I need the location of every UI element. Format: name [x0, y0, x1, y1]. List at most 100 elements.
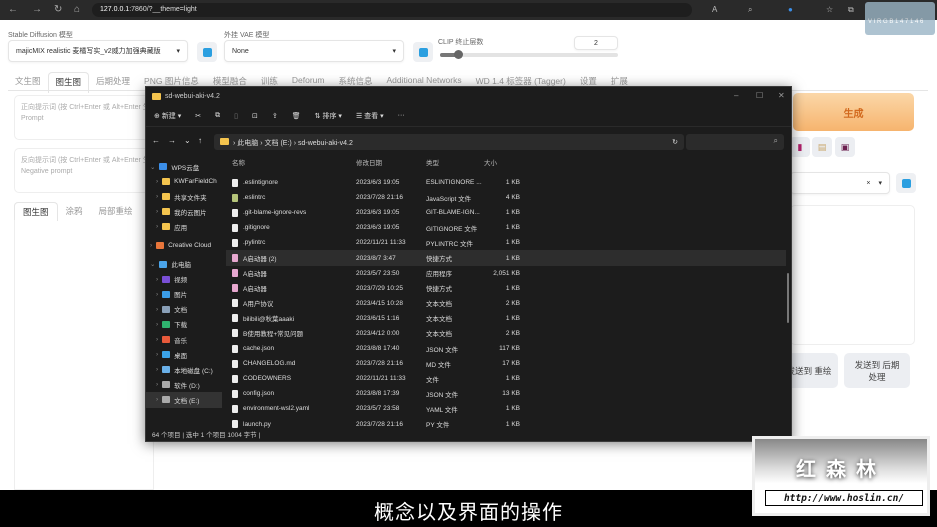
cut-icon[interactable]: ✂ — [195, 112, 201, 120]
style-apply-icon[interactable]: ▮ — [790, 137, 810, 157]
file-row[interactable]: launch.py 2023/7/28 21:16 PY 文件 1 KB — [226, 417, 786, 432]
nav-item[interactable]: › 视频 — [146, 272, 222, 287]
home-icon[interactable]: ⌂ — [74, 4, 80, 15]
expand-chevron-icon[interactable]: › — [156, 381, 158, 388]
reload-icon[interactable]: ↻ — [54, 4, 62, 15]
close-icon[interactable]: ✕ — [778, 91, 785, 100]
nav-item[interactable]: › 音乐 — [146, 332, 222, 347]
expand-chevron-icon[interactable]: › — [156, 276, 158, 283]
share-icon[interactable]: ⇪ — [272, 112, 278, 120]
extension-icon[interactable]: ● — [788, 5, 793, 14]
expand-chevron-icon[interactable]: › — [156, 291, 158, 298]
expand-chevron-icon[interactable]: › — [156, 223, 158, 230]
nav-item[interactable]: ⌄ WPS云盘 — [146, 159, 222, 174]
clip-slider[interactable] — [440, 50, 618, 59]
file-row[interactable]: A用户协议 2023/4/15 10:28 文本文档 2 KB — [226, 296, 786, 311]
nav-item[interactable]: › 下载 — [146, 317, 222, 332]
refresh-icon[interactable]: ↻ — [672, 138, 678, 146]
file-row[interactable]: A启动器 2023/5/7 23:50 应用程序 2,051 KB — [226, 266, 786, 281]
nav-item[interactable]: › 桌面 — [146, 347, 222, 362]
minimize-icon[interactable]: – — [734, 91, 738, 100]
file-row[interactable]: .gitignore 2023/6/3 19:05 GITIGNORE 文件 1 KB — [226, 220, 786, 235]
file-row[interactable]: .git-blame-ignore-revs 2023/6/3 19:05 GIT-… — [226, 205, 786, 220]
nav-item[interactable]: › 应用 — [146, 219, 222, 234]
breadcrumb[interactable]: › 此电脑 › 文档 (E:) › sd-webui-aki-v4.2 ↻ — [214, 134, 684, 150]
refresh-styles-button[interactable] — [896, 173, 916, 193]
profile-badge[interactable]: V I R G B 1 4 7 1 4 6 — [865, 2, 935, 35]
column-type[interactable]: 类型 — [426, 157, 484, 167]
maximize-icon[interactable]: ☐ — [756, 91, 763, 100]
forward-icon[interactable]: → — [32, 4, 42, 15]
refresh-vae-button[interactable] — [413, 42, 433, 62]
back-icon[interactable]: ← — [152, 136, 160, 145]
file-row[interactable]: A启动器 2023/7/29 10:25 快捷方式 1 KB — [226, 281, 786, 296]
subtab-item[interactable]: 局部重绘 — [91, 202, 141, 221]
expand-chevron-icon[interactable]: › — [156, 351, 158, 358]
negative-prompt-input[interactable]: 反向提示词 (按 Ctrl+Enter 或 Alt+Enter 生成) Negat… — [14, 148, 154, 193]
clip-slider-handle[interactable] — [453, 50, 463, 59]
expand-chevron-icon[interactable]: ⌄ — [150, 163, 155, 171]
nav-item[interactable]: › 软件 (D:) — [146, 377, 222, 392]
read-aloud-icon[interactable]: A — [712, 5, 717, 14]
copy-icon[interactable]: ⧉ — [215, 112, 220, 120]
subtab-item[interactable]: 图生图 — [14, 202, 58, 221]
zoom-icon[interactable]: ⌕ — [748, 5, 752, 15]
prompt-input[interactable]: 正向提示词 (按 Ctrl+Enter 或 Alt+Enter 生成) Promp… — [14, 95, 154, 140]
subtab-item[interactable]: 涂鸦 — [58, 202, 91, 221]
expand-chevron-icon[interactable]: ⌄ — [150, 260, 155, 268]
new-button[interactable]: ⊕ 新建 ▾ — [154, 111, 181, 121]
view-button[interactable]: ☰ 查看 ▾ — [356, 111, 384, 121]
generate-button[interactable]: 生成 — [793, 93, 914, 131]
file-row[interactable]: .eslintignore 2023/6/3 19:05 ESLINTIGNORE … — [226, 175, 786, 190]
model-select[interactable]: majicMIX realistic 麦橘写实_v2威力加强典藏版 ▾ — [8, 40, 188, 62]
file-row[interactable]: environment-wsl2.yaml 2023/5/7 23:58 YAML … — [226, 401, 786, 416]
clip-input[interactable]: 2 — [574, 36, 618, 50]
nav-item[interactable]: ⌄ 此电脑 — [146, 257, 222, 272]
file-row[interactable]: CHANGELOG.md 2023/7/28 21:16 MD 文件 17 KB — [226, 356, 786, 371]
nav-item[interactable]: › 共享文件夹 — [146, 189, 222, 204]
delete-icon[interactable]: 🗑 — [292, 112, 301, 120]
expand-chevron-icon[interactable]: › — [156, 396, 158, 403]
sort-button[interactable]: ⇅ 排序 ▾ — [315, 111, 342, 121]
up-icon[interactable]: ↑ — [198, 136, 202, 145]
expand-chevron-icon[interactable]: › — [156, 366, 158, 373]
vae-select[interactable]: None ▾ — [224, 40, 404, 62]
file-row[interactable]: .eslintrc 2023/7/28 21:16 JavaScript 文件 4 K… — [226, 190, 786, 205]
image-upload-area[interactable] — [14, 220, 154, 490]
clear-icon[interactable]: × — [866, 180, 870, 187]
address-bar[interactable]: 127.0.0.1:7860/?__theme=light — [92, 3, 692, 17]
file-row[interactable]: config.json 2023/8/8 17:39 JSON 文件 13 KB — [226, 386, 786, 401]
forward-icon[interactable]: → — [168, 136, 176, 145]
breadcrumb-item[interactable]: sd-webui-aki-v4.2 — [298, 140, 353, 147]
nav-item[interactable]: › 文档 — [146, 302, 222, 317]
expand-chevron-icon[interactable]: › — [156, 193, 158, 200]
nav-item[interactable]: › 文档 (E:) — [146, 392, 222, 408]
nav-item[interactable]: › Creative Cloud — [146, 237, 222, 252]
collections-icon[interactable]: ⧉ — [848, 5, 854, 15]
expand-chevron-icon[interactable]: › — [156, 306, 158, 313]
file-row[interactable]: bilibili@秋葉aaaki 2023/6/15 1:16 文本文档 1 KB — [226, 311, 786, 326]
send-to-extras-button[interactable]: 发送到 后期处理 — [844, 353, 910, 388]
paste-icon[interactable]: ▯ — [234, 112, 238, 120]
search-input[interactable]: ⌕ — [686, 134, 784, 150]
column-size[interactable]: 大小 — [484, 157, 520, 167]
scrollbar[interactable] — [787, 273, 789, 323]
expand-chevron-icon[interactable]: › — [156, 178, 158, 185]
nav-item[interactable]: › 我的云图片 — [146, 204, 222, 219]
breadcrumb-item[interactable]: 文档 (E:) — [265, 140, 292, 147]
styles-select[interactable]: × ▾ — [790, 172, 890, 194]
column-name[interactable]: 名称 — [226, 157, 356, 167]
breadcrumb-item[interactable]: 此电脑 — [237, 140, 258, 147]
nav-item[interactable]: › 图片 — [146, 287, 222, 302]
file-row[interactable]: cache.json 2023/8/8 17:40 JSON 文件 117 KB — [226, 341, 786, 356]
favorites-icon[interactable]: ☆ — [826, 5, 833, 14]
column-date[interactable]: 修改日期 — [356, 157, 426, 167]
recent-icon[interactable]: ⌄ — [184, 136, 191, 145]
rename-icon[interactable]: ⊡ — [252, 112, 258, 120]
expand-chevron-icon[interactable]: › — [156, 208, 158, 215]
nav-item[interactable]: › KWFarFieldCh — [146, 174, 222, 189]
nav-item[interactable]: › 本地磁盘 (C:) — [146, 362, 222, 377]
file-row[interactable]: CODEOWNERS 2022/11/21 11:33 文件 1 KB — [226, 371, 786, 386]
file-row[interactable]: .pylintrc 2022/11/21 11:33 PYLINTRC 文件 1 KB — [226, 235, 786, 250]
refresh-model-button[interactable] — [197, 42, 217, 62]
